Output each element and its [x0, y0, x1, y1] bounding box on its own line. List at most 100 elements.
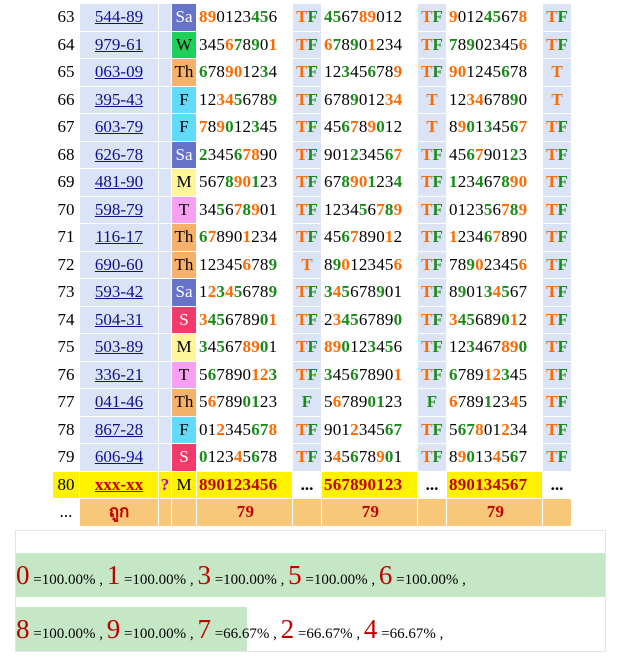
tf-char: F	[557, 337, 568, 357]
digit-char: 8	[259, 254, 269, 274]
digit-char: 4	[475, 172, 484, 192]
digit-char: 8	[367, 282, 377, 302]
digit-set-2: 234567890	[321, 305, 418, 334]
digit-char: 1	[199, 89, 208, 109]
digit-char: 3	[216, 89, 226, 109]
draw-code-link[interactable]: 979-61	[79, 30, 159, 59]
digit-set-3: 890134567	[446, 443, 543, 472]
digit-char: 3	[268, 392, 278, 412]
digit-char: 8	[384, 199, 394, 219]
digit-char: 7	[350, 7, 359, 27]
digit-char: 4	[449, 144, 458, 164]
digit-stat: 6 =100.00% ,	[379, 560, 466, 590]
digit-char: 7	[251, 282, 260, 302]
digit-char: 2	[259, 364, 269, 384]
digit-char: 9	[251, 199, 260, 219]
digit-char: 5	[376, 419, 385, 439]
digit-set-3: 678912345	[446, 360, 543, 389]
tf-char: F	[307, 309, 318, 329]
digit-char: 0	[376, 117, 385, 137]
row-number: 78	[52, 415, 80, 444]
draw-code-link[interactable]: 626-78	[79, 140, 159, 169]
draw-code-link[interactable]: 867-28	[79, 415, 159, 444]
tf-char: F	[307, 419, 318, 439]
match-flag-2: TF	[417, 30, 447, 59]
next-draw-link[interactable]: xxx-xx	[79, 470, 159, 499]
draw-code-link[interactable]: 116-17	[79, 223, 159, 252]
digit-char: 1	[242, 62, 252, 82]
draw-code-link[interactable]: 603-79	[79, 113, 159, 142]
draw-code-link[interactable]: 336-21	[79, 360, 159, 389]
digit-char: 4	[225, 282, 234, 302]
draw-code-link[interactable]: 041-46	[79, 388, 159, 417]
digit-char: 1	[199, 254, 208, 274]
digit-char: 0	[376, 7, 385, 27]
row-number: 71	[52, 223, 80, 252]
match-flag-2: TF	[417, 415, 447, 444]
draw-code-link[interactable]: 544-89	[79, 3, 159, 32]
digit-char: 3	[324, 447, 333, 467]
digit-char: 2	[501, 419, 510, 439]
digit-set-3: 123467890	[446, 168, 543, 197]
digit-char: 0	[259, 34, 269, 54]
digit-char: 0	[384, 447, 394, 467]
digit-char: 5	[216, 34, 226, 54]
digit-char: 7	[199, 117, 208, 137]
draw-code-link[interactable]: 503-89	[79, 333, 159, 362]
digit-char: 9	[449, 62, 458, 82]
digit-char: 2	[483, 254, 493, 274]
tf-char: F	[432, 7, 443, 27]
digit-char: 7	[367, 309, 377, 329]
digit-char: 6	[483, 89, 493, 109]
digit-char: 0	[242, 392, 252, 412]
stat-digit: 4	[363, 614, 378, 644]
digit-char: 9	[350, 172, 359, 192]
match-flag-3: TF	[542, 140, 572, 169]
table-row: 76 336-21 T 567890123 TF 345678901 TF 678912345…	[52, 360, 572, 389]
draw-code-link[interactable]: 690-60	[79, 250, 159, 279]
digit-char: 1	[475, 447, 484, 467]
flag-cell	[158, 250, 172, 279]
draw-code-text: 063-09	[94, 62, 144, 82]
digit-char: 3	[367, 254, 377, 274]
draw-code-link[interactable]: 481-90	[79, 168, 159, 197]
draw-code-link[interactable]: 504-31	[79, 305, 159, 334]
match-flag-3: TF	[542, 223, 572, 252]
next-draw-text: xxx-xx	[94, 474, 144, 494]
digit-char: 1	[341, 419, 351, 439]
match-flag-2: T	[417, 113, 447, 142]
digit-char: 8	[242, 199, 252, 219]
digit-char: 5	[242, 447, 252, 467]
digit-char: 4	[393, 172, 403, 192]
draw-code-link[interactable]: 395-43	[79, 85, 159, 114]
draw-code-text: 504-31	[94, 309, 144, 329]
stat-percent: =66.67% ,	[294, 626, 364, 642]
draw-code-link[interactable]: 593-42	[79, 278, 159, 307]
tf-char: F	[557, 309, 568, 329]
tf-char: T	[296, 309, 308, 329]
digit-char: 8	[358, 117, 368, 137]
draw-code-link[interactable]: 063-09	[79, 58, 159, 87]
empty-cell	[417, 498, 447, 527]
tf-char: F	[307, 144, 318, 164]
row-number: 63	[52, 3, 80, 32]
match-flag-3: TF	[542, 388, 572, 417]
digit-set-2: 345678901	[321, 278, 418, 307]
digit-char: 3	[225, 419, 234, 439]
digit-char: 8	[242, 337, 252, 357]
digit-char: 6	[483, 337, 493, 357]
digit-char: 1	[393, 282, 403, 302]
digit-char: 1	[341, 144, 351, 164]
match-flag-1: TF	[292, 140, 322, 169]
tf-char: F	[432, 172, 443, 192]
digit-char: 7	[518, 117, 528, 137]
digit-char: 8	[501, 227, 510, 247]
digit-stat: 2 =66.67% ,	[281, 614, 364, 644]
digit-char: 8	[225, 364, 234, 384]
digit-set-2: 890123456	[321, 250, 418, 279]
draw-code-link[interactable]: 606-94	[79, 443, 159, 472]
flag-cell	[158, 168, 172, 197]
digit-char: 0	[341, 337, 351, 357]
draw-code-link[interactable]: 598-79	[79, 195, 159, 224]
digit-char: 5	[216, 309, 226, 329]
